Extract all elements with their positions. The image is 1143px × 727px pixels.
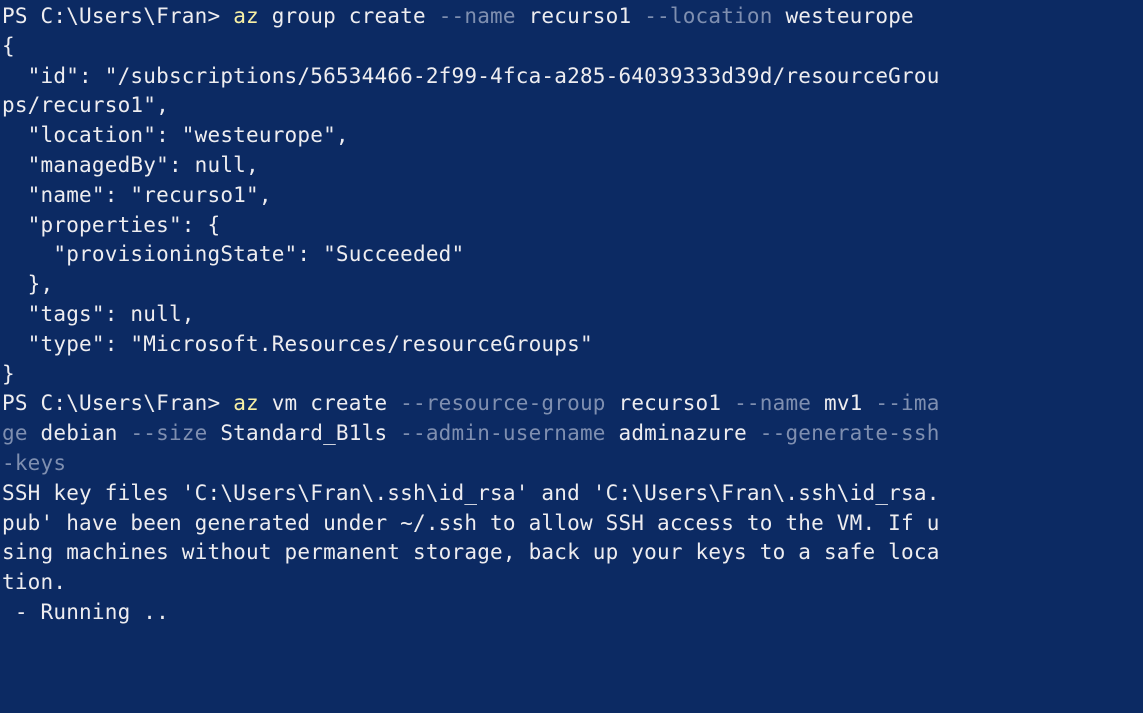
output-text: "managedBy": null, [2, 152, 259, 177]
output-text: "properties": { [2, 212, 221, 237]
prompt-text: PS C:\Users\Fran> [2, 391, 234, 416]
terminal-line: "managedBy": null, [2, 151, 1143, 181]
output-text: "name": "recurso1", [2, 182, 272, 207]
terminal-line: ps/recurso1", [2, 91, 1143, 121]
output-text: }, [2, 272, 54, 297]
output-text: mv1 [811, 391, 876, 416]
terminal-line: "id": "/subscriptions/56534466-2f99-4fca… [2, 62, 1143, 92]
terminal-output: PS C:\Users\Fran> az group create --name… [2, 2, 1143, 628]
output-text: recurso1 [605, 391, 735, 416]
parameter-text: --name [438, 4, 516, 28]
terminal-line: sing machines without permanent storage,… [2, 538, 1143, 568]
command-text: az [233, 391, 259, 416]
terminal-line: "location": "westeurope", [2, 121, 1143, 151]
parameter-text: --admin-username [400, 421, 606, 446]
output-text: westeurope [772, 4, 914, 28]
terminal-line: SSH key files 'C:\Users\Fran\.ssh\id_rsa… [2, 479, 1143, 509]
prompt-text: PS C:\Users\Fran> [2, 4, 234, 28]
terminal-line: pub' have been generated under ~/.ssh to… [2, 509, 1143, 539]
parameter-text: --generate-ssh [759, 421, 940, 446]
terminal-line: "type": "Microsoft.Resources/resourceGro… [2, 330, 1143, 360]
terminal-line: "name": "recurso1", [2, 181, 1143, 211]
output-text: recurso1 [515, 4, 645, 28]
output-text: "location": "westeurope", [2, 123, 349, 148]
terminal-line: "properties": { [2, 211, 1143, 241]
parameter-text: ge [2, 421, 28, 446]
output-text: "tags": null, [2, 301, 195, 326]
output-text: pub' have been generated under ~/.ssh to… [2, 510, 940, 535]
output-text: SSH key files 'C:\Users\Fran\.ssh\id_rsa… [2, 480, 940, 505]
command-text: az [233, 4, 259, 28]
parameter-text: --resource-group [400, 391, 606, 416]
parameter-text: --ima [875, 391, 940, 416]
output-text: "type": "Microsoft.Resources/resourceGro… [2, 331, 593, 356]
terminal-line: "provisioningState": "Succeeded" [2, 240, 1143, 270]
terminal-window[interactable]: PS C:\Users\Fran> az group create --name… [0, 0, 1143, 713]
output-text: group create [258, 4, 439, 28]
output-text: { [2, 33, 15, 58]
parameter-text: --location [644, 4, 773, 28]
output-text: debian [27, 421, 131, 446]
terminal-line: PS C:\Users\Fran> az group create --name… [2, 2, 1143, 32]
parameter-text: -keys [2, 450, 67, 475]
output-text: "id": "/subscriptions/56534466-2f99-4fca… [2, 63, 940, 88]
output-text: Standard_B1ls [207, 421, 401, 446]
terminal-line: -keys [2, 449, 1143, 479]
terminal-line: } [2, 360, 1143, 390]
output-text: ps/recurso1", [2, 93, 169, 118]
parameter-text: --name [734, 391, 812, 416]
output-text: "provisioningState": "Succeeded" [2, 242, 465, 267]
output-text: sing machines without permanent storage,… [2, 540, 940, 565]
terminal-line: - Running .. [2, 598, 1143, 628]
terminal-line: { [2, 32, 1143, 62]
output-text: tion. [2, 570, 67, 595]
terminal-line: }, [2, 270, 1143, 300]
parameter-text: --size [130, 421, 208, 446]
terminal-line: tion. [2, 568, 1143, 598]
terminal-line: PS C:\Users\Fran> az vm create --resourc… [2, 389, 1143, 419]
output-text: } [2, 361, 15, 386]
output-text: vm create [258, 391, 401, 416]
output-text: adminazure [605, 421, 760, 446]
terminal-line: "tags": null, [2, 300, 1143, 330]
terminal-line: ge debian --size Standard_B1ls --admin-u… [2, 419, 1143, 449]
output-text: - Running .. [2, 599, 169, 624]
